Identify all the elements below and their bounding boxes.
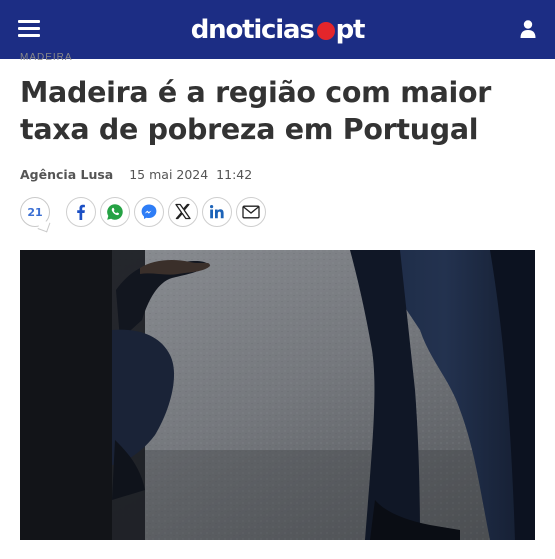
street-begging-photo	[20, 250, 535, 540]
comments-count-button[interactable]: 21	[20, 197, 50, 227]
x-icon	[173, 202, 193, 222]
facebook-icon	[73, 204, 89, 220]
linkedin-icon	[209, 204, 225, 220]
logo-main-text: dnoticias	[190, 14, 315, 45]
share-x-button[interactable]	[168, 197, 198, 227]
article-featured-image	[20, 250, 535, 540]
share-toolbar: 21	[20, 197, 270, 227]
messenger-icon	[140, 203, 158, 221]
author-name[interactable]: Agência Lusa	[20, 167, 113, 182]
email-icon	[242, 205, 260, 219]
comments-count: 21	[27, 205, 43, 219]
share-facebook-button[interactable]	[66, 197, 96, 227]
user-account-icon[interactable]	[519, 19, 537, 39]
share-email-button[interactable]	[236, 197, 266, 227]
article-meta: Agência Lusa 15 mai 2024 11:42	[20, 167, 252, 182]
logo-tld-text: pt	[335, 14, 366, 45]
site-logo[interactable]: dnoticias pt	[190, 14, 366, 45]
hamburger-menu-icon[interactable]	[18, 20, 40, 38]
publish-time: 11:42	[216, 167, 253, 182]
share-whatsapp-button[interactable]	[100, 197, 130, 227]
share-messenger-button[interactable]	[134, 197, 164, 227]
publish-date: 15 mai 2024	[129, 167, 209, 182]
top-navigation-bar: dnoticias pt	[0, 0, 555, 59]
logo-red-dot	[316, 21, 335, 40]
publish-datetime: 15 mai 2024 11:42	[129, 167, 252, 182]
article-title: Madeira é a região com maior taxa de pob…	[20, 76, 492, 146]
whatsapp-icon	[106, 203, 124, 221]
share-linkedin-button[interactable]	[202, 197, 232, 227]
section-kicker[interactable]: MADEIRA	[20, 52, 73, 63]
